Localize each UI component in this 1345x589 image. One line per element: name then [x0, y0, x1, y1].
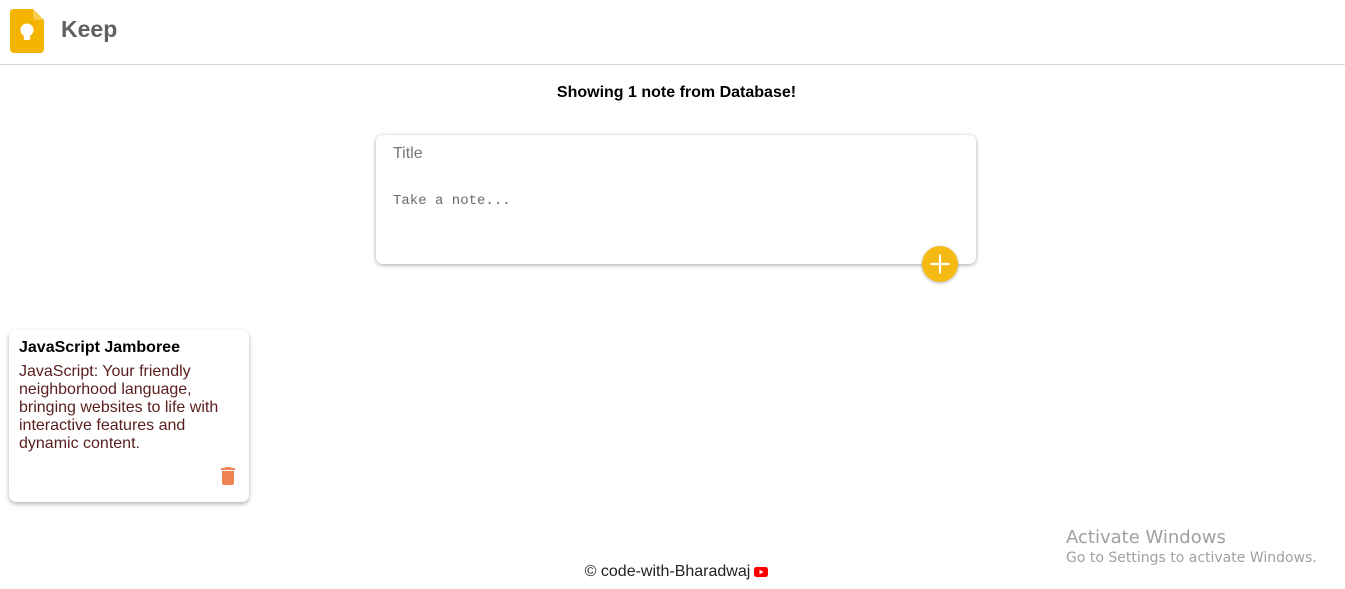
notes-summary: Showing 1 note from Database!	[556, 84, 797, 101]
watermark-subtitle: Go to Settings to activate Windows.	[1066, 550, 1317, 566]
activate-windows-watermark: Activate Windows Go to Settings to activ…	[1066, 527, 1317, 566]
note-title: JavaScript Jamboree	[19, 339, 180, 356]
watermark-title: Activate Windows	[1066, 527, 1226, 548]
app-header: Keep	[0, 0, 1345, 65]
create-note-form	[376, 135, 976, 264]
title-input[interactable]	[393, 145, 953, 163]
add-note-button[interactable]	[922, 246, 958, 282]
app-title: Keep	[61, 16, 118, 42]
delete-note-button[interactable]	[216, 464, 240, 488]
note-content: JavaScript: Your friendly neighborhood l…	[19, 363, 219, 452]
trash-icon	[221, 467, 235, 485]
keep-bulb-icon	[10, 9, 44, 53]
plus-icon	[930, 254, 950, 274]
note-card: JavaScript Jamboree JavaScript: Your fri…	[9, 330, 249, 502]
youtube-icon[interactable]	[754, 567, 769, 577]
note-content-input[interactable]	[393, 193, 953, 243]
footer-credit: © code-with-Bharadwaj	[584, 563, 751, 580]
